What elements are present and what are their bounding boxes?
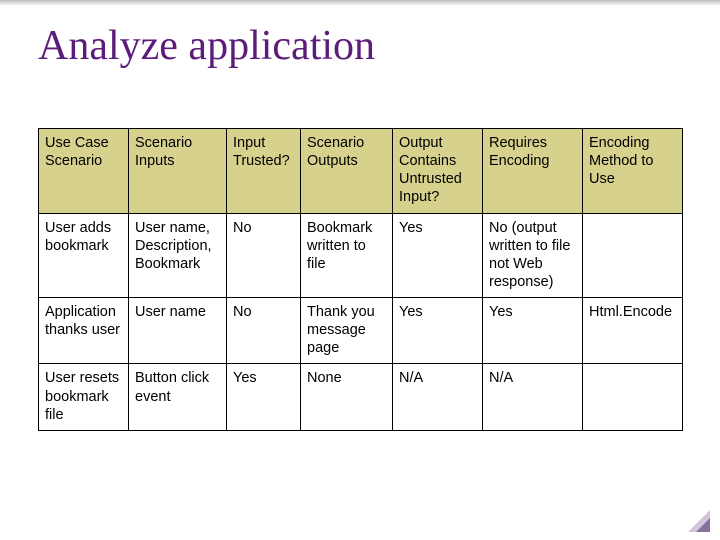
cell-trusted: Yes — [227, 364, 301, 430]
cell-requires: N/A — [483, 364, 583, 430]
analysis-table: Use Case Scenario Scenario Inputs Input … — [38, 128, 683, 431]
corner-fold-icon — [688, 510, 710, 532]
page-title: Analyze application — [38, 22, 375, 70]
cell-method — [583, 213, 683, 298]
cell-outputs: None — [301, 364, 393, 430]
cell-inputs: Button click event — [129, 364, 227, 430]
cell-untrusted: Yes — [393, 213, 483, 298]
col-method: Encoding Method to Use — [583, 129, 683, 214]
table-header-row: Use Case Scenario Scenario Inputs Input … — [39, 129, 683, 214]
cell-requires: No (output written to file not Web respo… — [483, 213, 583, 298]
cell-use-case: User adds bookmark — [39, 213, 129, 298]
cell-method — [583, 364, 683, 430]
cell-use-case: User resets bookmark file — [39, 364, 129, 430]
cell-trusted: No — [227, 298, 301, 364]
analysis-table-wrap: Use Case Scenario Scenario Inputs Input … — [38, 128, 682, 431]
col-inputs: Scenario Inputs — [129, 129, 227, 214]
cell-untrusted: Yes — [393, 298, 483, 364]
cell-inputs: User name, Description, Bookmark — [129, 213, 227, 298]
top-shadow — [0, 0, 720, 6]
col-outputs: Scenario Outputs — [301, 129, 393, 214]
cell-requires: Yes — [483, 298, 583, 364]
cell-outputs: Bookmark written to file — [301, 213, 393, 298]
cell-inputs: User name — [129, 298, 227, 364]
col-untrusted: Output Contains Untrusted Input? — [393, 129, 483, 214]
col-use-case: Use Case Scenario — [39, 129, 129, 214]
cell-outputs: Thank you message page — [301, 298, 393, 364]
table-row: User adds bookmark User name, Descriptio… — [39, 213, 683, 298]
slide: Analyze application Use Case Scenario Sc… — [0, 0, 720, 540]
cell-method: Html.Encode — [583, 298, 683, 364]
table-row: User resets bookmark file Button click e… — [39, 364, 683, 430]
col-trusted: Input Trusted? — [227, 129, 301, 214]
cell-use-case: Application thanks user — [39, 298, 129, 364]
cell-trusted: No — [227, 213, 301, 298]
table-row: Application thanks user User name No Tha… — [39, 298, 683, 364]
col-requires: Requires Encoding — [483, 129, 583, 214]
cell-untrusted: N/A — [393, 364, 483, 430]
